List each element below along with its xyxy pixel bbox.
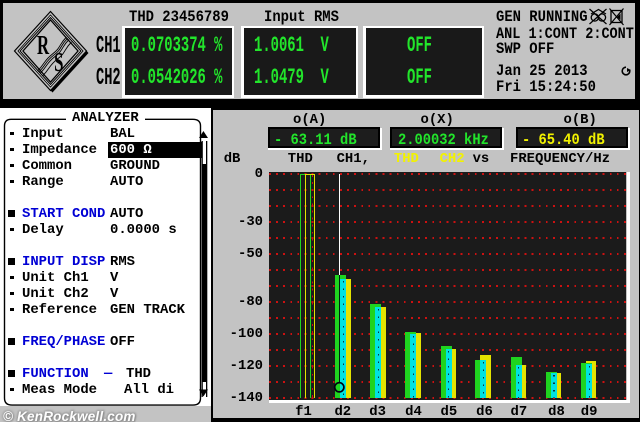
svg-text:R: R	[37, 30, 50, 60]
